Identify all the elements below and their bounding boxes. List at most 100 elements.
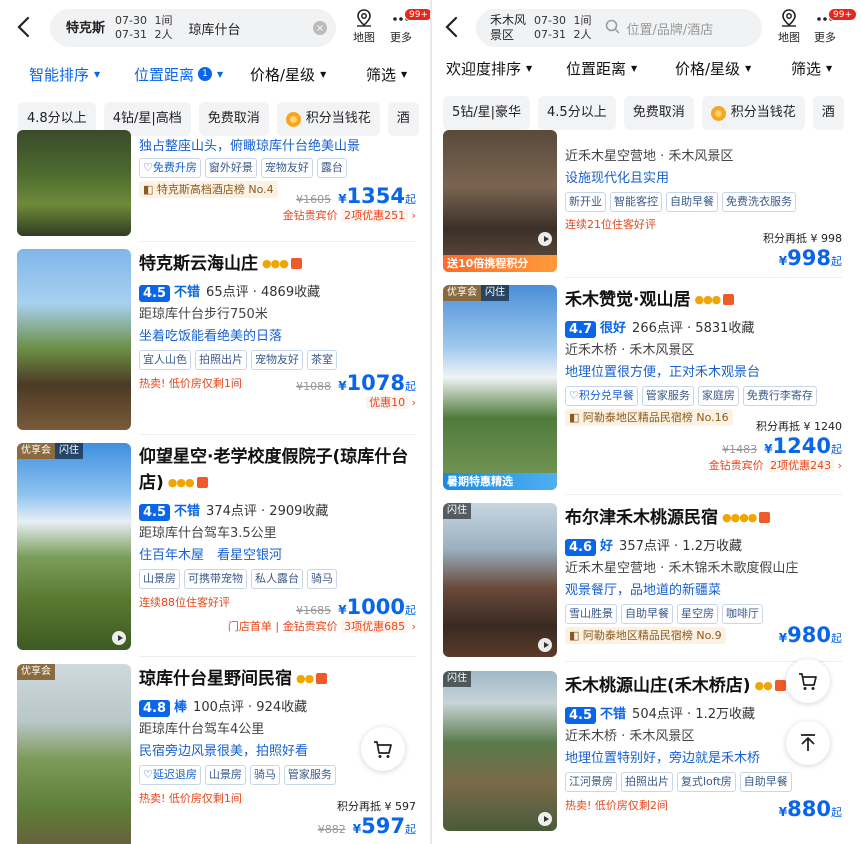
chip-points[interactable]: 积分当钱花 [276, 102, 380, 136]
hotel-photo[interactable]: 闪住 [443, 503, 557, 657]
hotel-photo[interactable] [17, 249, 131, 430]
photo-tag: 闪住 [481, 285, 509, 301]
sort-distance-label: 位置距离 [134, 65, 195, 84]
play-icon[interactable] [538, 232, 552, 246]
photo-tag: 优享会 [17, 664, 55, 680]
heart-icon: ♡ [143, 768, 153, 781]
back-to-top-button[interactable] [786, 721, 830, 765]
deal-info[interactable]: 优惠10 › [296, 395, 416, 411]
hotel-card[interactable]: 优享会 闪住 暑期特惠精选 禾木赞觉·观山居 ●●● 4.7 很好 266点评 · 58… [432, 285, 860, 491]
chevron-right-icon: › [411, 396, 416, 409]
hotel-card[interactable]: 闪住 布尔津禾木桃源民宿 ●●●● 4.6 好 357点评 · 1.2万收藏 近禾木星… [432, 503, 860, 658]
search-bar[interactable]: 禾木风景区 07-30 1间 07-31 2人 位置/品牌/酒店 [476, 9, 762, 47]
chip-star-level[interactable]: 5钻/星|豪华 [443, 96, 531, 130]
hotel-card[interactable]: 优享会 闪住 仰望星空·老学校度假院子(琼库什台店) ●●● 4.5 不错 374点评 … [0, 443, 430, 653]
date-range[interactable]: 07-30 1间 07-31 2人 [534, 14, 591, 42]
current-price: ¥880 [779, 797, 831, 821]
chip-rating[interactable]: 4.5分以上 [538, 96, 616, 130]
chip-points-label: 积分当钱花 [730, 105, 796, 120]
ranking-badge[interactable]: ◧ 阿勒泰地区精品民宿榜 No.16 [565, 409, 733, 426]
back-icon[interactable] [444, 14, 466, 40]
hotel-name-text[interactable]: 特克斯云海山庄 [139, 254, 258, 274]
ranking-badge[interactable]: ◧ 特克斯高档酒店榜 No.4 [139, 181, 278, 198]
chevron-right-icon: › [411, 620, 416, 633]
dot-separator: · [261, 504, 266, 519]
search-input[interactable]: 位置/品牌/酒店 [626, 19, 762, 38]
hotel-tag: 可携带宠物 [184, 569, 247, 589]
hotel-card[interactable]: 特克斯云海山庄 ●●● 4.5 不错 65点评 · 4869收藏 距琼库什台步行750… [0, 249, 430, 431]
price-from-label: 起 [831, 806, 842, 819]
points-deduction: 积分再抵 ¥ 1240 [756, 420, 842, 433]
deal-info[interactable]: 金钻贵宾价 2项优惠243 › [709, 458, 842, 474]
chip-free-cancel[interactable]: 免费取消 [198, 102, 269, 136]
hotel-tag: 管家服务 [641, 386, 694, 406]
map-button[interactable]: 地图 [774, 8, 804, 45]
sort-smart[interactable]: 智能排序 ▼ [29, 64, 100, 85]
caret-down-icon: ▼ [94, 69, 101, 79]
sort-price-star[interactable]: 价格/星级 ▼ [675, 58, 751, 79]
deal-info[interactable]: 金钻贵宾价 2项优惠251 › [283, 208, 416, 224]
play-icon[interactable] [112, 631, 126, 645]
map-button[interactable]: 地图 [349, 8, 379, 45]
chip-more[interactable]: 酒 [387, 102, 419, 136]
hotel-tag: 宠物友好 [251, 350, 303, 370]
notification-badge: 99+ [828, 8, 857, 21]
search-keyword[interactable]: 琼库什台 [188, 19, 313, 38]
currency-symbol: ¥ [778, 631, 788, 645]
hotel-name-text[interactable]: 琼库什台星野间民宿 [139, 669, 292, 689]
hotel-card[interactable]: 独占整座山头，俯瞰琼库什台绝美山景 ♡免费升房 窗外好景 宠物友好 露台 ◧ 特… [0, 130, 430, 240]
more-button[interactable]: 更多 99+ [386, 8, 430, 45]
hotel-photo[interactable]: 送10倍携程积分 [443, 130, 557, 272]
original-price: ¥1685 [296, 604, 332, 617]
hotel-tags: 宜人山色 拍照出片 宠物友好 茶室 [139, 350, 416, 370]
left-top-bar: 特克斯 07-30 1间 07-31 2人 琼库什台 × 地图 更多 99+ [0, 0, 430, 52]
cart-button[interactable] [361, 727, 405, 771]
sort-price-star[interactable]: 价格/星级 ▼ [250, 64, 326, 85]
current-price: ¥1078 [338, 371, 405, 395]
hotel-tag-label: 积分兑早餐 [578, 389, 634, 402]
hotel-tag: 山景房 [139, 569, 180, 589]
more-button[interactable]: 更多 99+ [810, 8, 857, 45]
city-label[interactable]: 特克斯 [66, 21, 105, 36]
hotel-photo[interactable]: 闪住 [443, 671, 557, 831]
sort-distance[interactable]: 位置距离 ▼ [566, 58, 637, 79]
search-bar[interactable]: 特克斯 07-30 1间 07-31 2人 琼库什台 × [50, 9, 336, 47]
price-value: 998 [787, 246, 831, 270]
hotel-name-text[interactable]: 禾木赞觉·观山居 [565, 290, 690, 310]
sort-filter[interactable]: 筛选 ▼ [366, 64, 407, 85]
hotel-info: 独占整座山头，俯瞰琼库什台绝美山景 ♡免费升房 窗外好景 宠物友好 露台 ◧ 特… [139, 138, 416, 222]
city-label[interactable]: 禾木风景区 [490, 13, 528, 43]
photo-tags: 优享会 [17, 664, 55, 680]
current-price: ¥980 [779, 623, 831, 647]
original-price: ¥882 [317, 823, 346, 836]
hotel-card[interactable]: 送10倍携程积分 近禾木星空营地 · 禾木风景区 设施现代化且实用 新开业 智能… [432, 130, 860, 274]
hotel-photo[interactable]: 优享会 闪住 [17, 443, 131, 650]
sort-filter[interactable]: 筛选 ▼ [791, 58, 832, 79]
chip-points[interactable]: 积分当钱花 [701, 96, 805, 130]
cart-button[interactable] [786, 659, 830, 703]
cart-icon [374, 741, 392, 758]
arrow-up-icon [801, 734, 815, 751]
photo-tag: 闪住 [443, 503, 471, 519]
hotel-photo[interactable] [17, 130, 131, 236]
ranking-badge[interactable]: ◧ 阿勒泰地区精品民宿榜 No.9 [565, 627, 726, 644]
chip-free-cancel[interactable]: 免费取消 [623, 96, 694, 130]
hotel-tag: 家庭房 [697, 386, 739, 406]
play-icon[interactable] [538, 812, 552, 826]
clear-icon[interactable]: × [313, 21, 327, 35]
hotel-photo[interactable]: 优享会 闪住 暑期特惠精选 [443, 285, 557, 490]
hotel-name-text[interactable]: 布尔津禾木桃源民宿 [565, 508, 718, 528]
hotel-photo[interactable]: 优享会 [17, 664, 131, 844]
play-icon[interactable] [538, 638, 552, 652]
chip-more[interactable]: 酒 [812, 96, 844, 130]
date-range[interactable]: 07-30 1间 07-31 2人 [115, 14, 172, 42]
points-deduction: 积分再抵 ¥ 998 [763, 232, 842, 245]
hotel-tag: 江河景房 [565, 772, 617, 792]
hotel-name-text[interactable]: 禾木桃源山庄(禾木桥店) [565, 676, 751, 696]
sort-distance[interactable]: 位置距离 1 ▼ [134, 64, 223, 85]
back-icon[interactable] [16, 14, 38, 40]
deal-info[interactable]: 门店首单 | 金钻贵宾价 3项优惠685 › [228, 619, 416, 635]
rating-score: 4.7 [565, 320, 597, 338]
sort-popularity-label: 欢迎度排序 [446, 59, 522, 78]
sort-popularity[interactable]: 欢迎度排序 ▼ [446, 58, 532, 79]
